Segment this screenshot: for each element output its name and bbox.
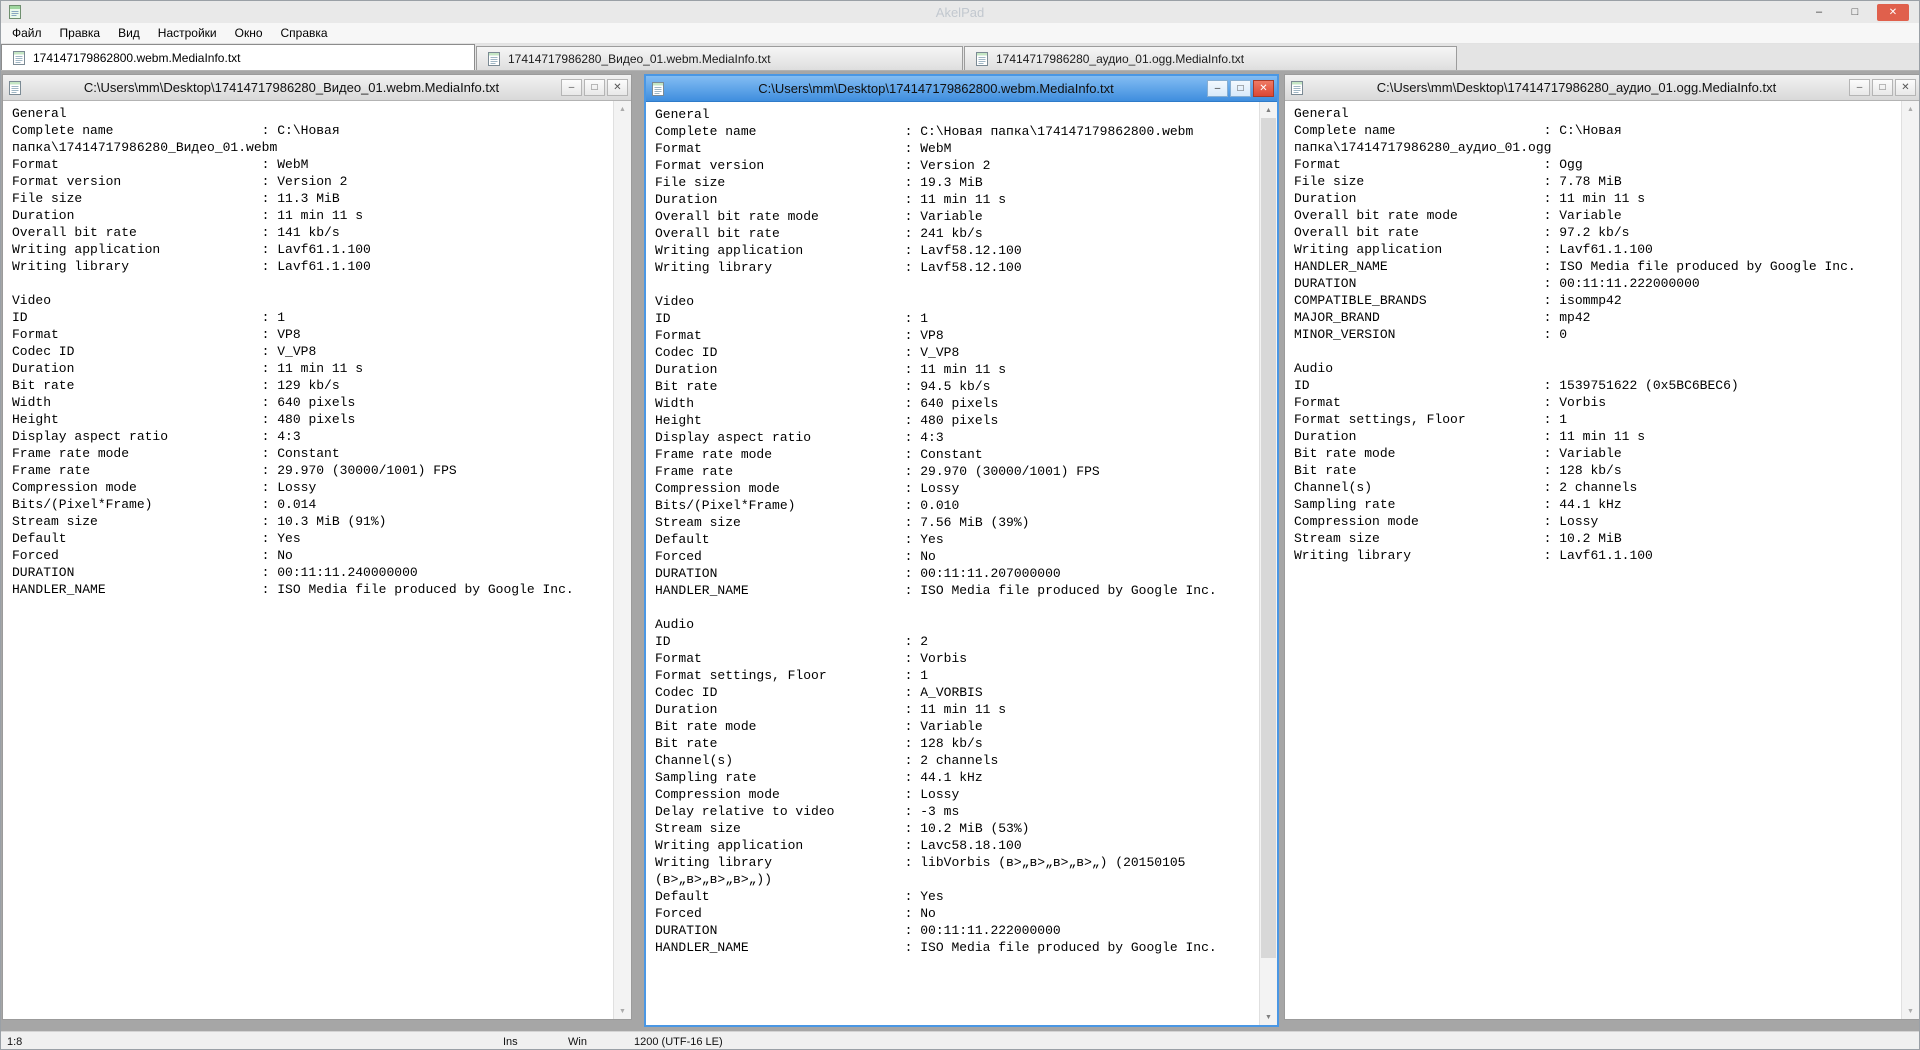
maximize-button[interactable]: □ xyxy=(1841,4,1869,21)
child-close-button[interactable]: ✕ xyxy=(1895,79,1916,96)
child-minimize-button[interactable]: – xyxy=(1849,79,1870,96)
app-icon[interactable] xyxy=(7,4,23,20)
tab-3[interactable]: 17414717986280_аудио_01.ogg.MediaInfo.tx… xyxy=(964,46,1457,70)
mdi-workspace: C:\Users\mm\Desktop\17414717986280_Видео… xyxy=(1,71,1919,1031)
document-icon xyxy=(487,51,501,67)
menu-item-Файл[interactable]: Файл xyxy=(3,26,51,40)
menu-item-Справка[interactable]: Справка xyxy=(272,26,337,40)
scroll-up-button[interactable]: ▲ xyxy=(1902,101,1919,117)
text-editor-area[interactable]: General Complete name : C:\Новая папка\1… xyxy=(1285,101,1902,1019)
menu-bar: Файл Правка Вид Настройки Окно Справка xyxy=(1,23,1919,44)
close-button[interactable]: ✕ xyxy=(1877,3,1909,21)
scroll-down-button[interactable]: ▼ xyxy=(1902,1003,1919,1019)
child-title-webm: C:\Users\mm\Desktop\174147179862800.webm… xyxy=(758,81,1114,96)
child-close-button[interactable]: ✕ xyxy=(1253,80,1274,97)
child-minimize-button[interactable]: – xyxy=(561,79,582,96)
text-editor-area[interactable]: General Complete name : C:\Новая папка\1… xyxy=(646,102,1260,1025)
tab-label: 174147179862800.webm.MediaInfo.txt xyxy=(33,50,241,65)
child-window-webm: C:\Users\mm\Desktop\174147179862800.webm… xyxy=(644,74,1279,1027)
status-bar: 1:8 Ins Win 1200 (UTF-16 LE) xyxy=(1,1031,1919,1049)
child-minimize-button[interactable]: – xyxy=(1207,80,1228,97)
child-title-video: C:\Users\mm\Desktop\17414717986280_Видео… xyxy=(83,80,500,95)
menu-item-Вид[interactable]: Вид xyxy=(109,26,149,40)
child-titlebar-audio[interactable]: C:\Users\mm\Desktop\17414717986280_аудио… xyxy=(1285,75,1919,101)
encoding-indicator[interactable]: 1200 (UTF-16 LE) xyxy=(634,1036,723,1048)
child-close-button[interactable]: ✕ xyxy=(607,79,628,96)
text-content[interactable]: General Complete name : C:\Новая папка\1… xyxy=(3,101,614,598)
insert-mode-indicator[interactable]: Ins xyxy=(503,1036,518,1048)
child-window-audio: C:\Users\mm\Desktop\17414717986280_аудио… xyxy=(1284,74,1919,1020)
scroll-down-button[interactable]: ▼ xyxy=(614,1003,631,1019)
child-titlebar-webm[interactable]: C:\Users\mm\Desktop\174147179862800.webm… xyxy=(646,76,1277,102)
menu-item-Окно[interactable]: Окно xyxy=(226,26,272,40)
child-maximize-button[interactable]: □ xyxy=(1872,79,1893,96)
menu-item-Правка[interactable]: Правка xyxy=(51,26,110,40)
scroll-up-button[interactable]: ▲ xyxy=(614,101,631,117)
newline-format-indicator[interactable]: Win xyxy=(568,1036,587,1048)
app-title: AkelPad xyxy=(935,4,985,20)
child-maximize-button[interactable]: □ xyxy=(1230,80,1251,97)
document-icon xyxy=(1290,80,1304,96)
child-window-video: C:\Users\mm\Desktop\17414717986280_Видео… xyxy=(2,74,632,1020)
minimize-button[interactable]: – xyxy=(1805,4,1833,21)
tab-label: 17414717986280_аудио_01.ogg.MediaInfo.tx… xyxy=(996,51,1245,66)
caret-position: 1:8 xyxy=(7,1036,23,1048)
text-content[interactable]: General Complete name : C:\Новая папка\1… xyxy=(646,102,1260,956)
tab-bar: 174147179862800.webm.MediaInfo.txt 17414… xyxy=(1,44,1919,71)
app-titlebar[interactable]: AkelPad – □ ✕ xyxy=(1,1,1919,23)
vertical-scrollbar[interactable]: ▲ ▼ xyxy=(613,101,631,1019)
document-icon xyxy=(8,80,22,96)
document-icon xyxy=(975,51,989,67)
text-content[interactable]: General Complete name : C:\Новая папка\1… xyxy=(1285,101,1902,564)
document-icon xyxy=(651,81,665,97)
tab-1[interactable]: 174147179862800.webm.MediaInfo.txt xyxy=(1,44,475,70)
vertical-scrollbar[interactable]: ▲ ▼ xyxy=(1259,102,1277,1025)
document-icon xyxy=(12,50,26,66)
tab-2[interactable]: 17414717986280_Видео_01.webm.MediaInfo.t… xyxy=(476,46,963,70)
menu-item-Настройки[interactable]: Настройки xyxy=(149,26,226,40)
scroll-down-button[interactable]: ▼ xyxy=(1260,1009,1277,1025)
vertical-scrollbar[interactable]: ▲ ▼ xyxy=(1901,101,1919,1019)
tab-label: 17414717986280_Видео_01.webm.MediaInfo.t… xyxy=(508,51,771,66)
scroll-up-button[interactable]: ▲ xyxy=(1260,102,1277,118)
text-editor-area[interactable]: General Complete name : C:\Новая папка\1… xyxy=(3,101,614,1019)
child-titlebar-video[interactable]: C:\Users\mm\Desktop\17414717986280_Видео… xyxy=(3,75,631,101)
akelpad-window: AkelPad – □ ✕ Файл Правка Вид Настройки Окно… xyxy=(0,0,1920,1050)
child-title-audio: C:\Users\mm\Desktop\17414717986280_аудио… xyxy=(1376,80,1777,95)
scroll-thumb[interactable] xyxy=(1261,118,1276,958)
child-maximize-button[interactable]: □ xyxy=(584,79,605,96)
